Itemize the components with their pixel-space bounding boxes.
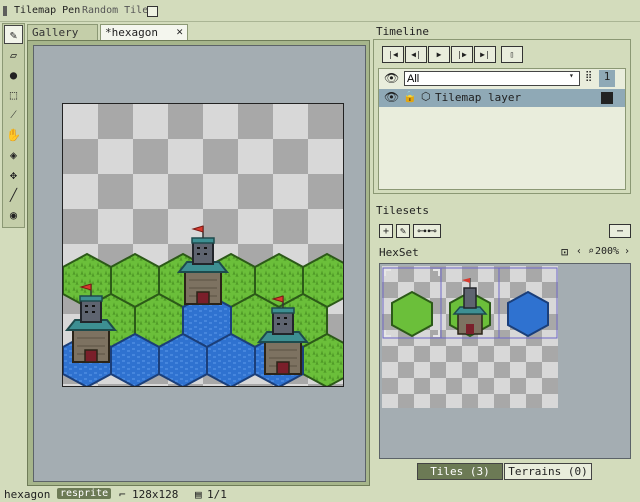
tab-terrains[interactable]: Terrains (0) [504, 463, 592, 480]
layers-list: 👁 ▾ ⣿ 1 👁 🔒 ⬡ Tilemap layer [378, 68, 626, 190]
prev-frame-button[interactable]: ◀| [405, 46, 427, 63]
tileset-view[interactable] [379, 263, 631, 459]
frame-counter: 1/1 [207, 488, 227, 501]
tileset-grid [382, 266, 558, 408]
cel-indicator[interactable] [601, 92, 613, 104]
frame-number[interactable]: 1 [599, 70, 615, 87]
move-icon[interactable]: ✥ [4, 165, 23, 184]
layer-name[interactable]: Tilemap layer [435, 91, 521, 104]
tab-gallery[interactable]: Gallery [27, 24, 98, 40]
play-button[interactable]: ▶ [428, 46, 450, 63]
close-tab-icon[interactable]: ✕ [176, 25, 183, 38]
tab-hexagon-label: *hexagon [105, 26, 158, 39]
layer-visible-eye-icon[interactable]: 👁 [384, 90, 399, 104]
magnifier-icon[interactable]: ‹ ⌕ [576, 246, 594, 257]
tab-hexagon[interactable]: *hexagon ✕ [100, 24, 188, 40]
eraser-icon[interactable]: ▱ [4, 45, 23, 64]
active-tool-label: Tilemap Pen [14, 5, 81, 16]
canvas-size: 128x128 [132, 488, 179, 501]
zoom-level[interactable]: 200% [595, 246, 619, 257]
random-tile-label: Random Tile [82, 5, 149, 16]
edit-tile-button[interactable]: ✎ [396, 224, 410, 238]
tileset-options-button[interactable]: ⋯ [609, 224, 631, 238]
layer-row[interactable]: 👁 🔒 ⬡ Tilemap layer [379, 89, 625, 107]
playback-options-button[interactable]: ▯ [501, 46, 523, 63]
chevron-down-icon[interactable]: ▾ [569, 71, 574, 80]
blur-icon[interactable]: ● [4, 65, 23, 84]
random-tile-checkbox[interactable] [147, 6, 158, 17]
hex-map-artwork [63, 225, 343, 386]
frames-icon: ▤ [195, 488, 202, 501]
tab-tiles[interactable]: Tiles (3) [417, 463, 503, 480]
canvas-size-icon: ⌐ [119, 488, 126, 501]
rect-marquee-icon[interactable]: ⬚ [4, 85, 23, 104]
next-frame-button[interactable]: |▶ [451, 46, 473, 63]
tilesets-panel: Tilesets + ✎ ⊶⊷ ⋯ HexSet ⊡ ‹ ⌕ 200% › Ti… [373, 202, 635, 482]
status-bar: hexagon resprite ⌐ 128x128 ▤ 1/1 [0, 488, 640, 502]
ink-drop-icon[interactable]: ◉ [4, 205, 23, 224]
tab-gallery-label: Gallery [32, 26, 79, 39]
eyedropper-icon[interactable]: ⁄ [4, 105, 23, 124]
zoom-in-icon[interactable]: › [624, 246, 630, 257]
fit-zoom-icon[interactable]: ⊡ [561, 245, 568, 259]
canvas-viewport[interactable] [33, 45, 366, 482]
tilesets-title: Tilesets [376, 204, 429, 217]
timeline-box: |◀ ◀| ▶ |▶ ▶| ▯ 👁 ▾ ⣿ 1 👁 🔒 ⬡ Tilemap la… [373, 39, 631, 194]
tileset-name: HexSet [379, 246, 419, 259]
visibility-eye-icon[interactable]: 👁 [384, 71, 399, 85]
paint-bucket-icon[interactable]: ◈ [4, 145, 23, 164]
timeline-panel: Timeline |◀ ◀| ▶ |▶ ▶| ▯ 👁 ▾ ⣿ 1 👁 🔒 ⬡ T… [373, 22, 631, 196]
lock-icon[interactable]: 🔒 [403, 90, 417, 103]
doc-name: hexagon [4, 488, 51, 501]
tileset-tiles [382, 267, 558, 339]
resprite-badge: resprite [57, 488, 112, 499]
tile-mode-button[interactable]: ⊶⊷ [413, 224, 441, 238]
line-icon[interactable]: ╱ [4, 185, 23, 204]
first-frame-button[interactable]: |◀ [382, 46, 404, 63]
sprite-canvas[interactable] [62, 103, 344, 387]
layer-filter-select[interactable] [404, 71, 580, 86]
last-frame-button[interactable]: ▶| [474, 46, 496, 63]
timeline-title: Timeline [376, 25, 429, 38]
pencil-icon[interactable]: ✎ [4, 25, 23, 44]
grid-icon[interactable]: ⣿ [585, 71, 592, 82]
grip-icon[interactable] [3, 6, 7, 16]
tool-palette: ✎ ▱ ● ⬚ ⁄ ✋ ◈ ✥ ╱ ◉ [2, 23, 25, 228]
editor-area [27, 40, 370, 486]
tilemap-layer-icon: ⬡ [421, 90, 431, 103]
hand-icon[interactable]: ✋ [4, 125, 23, 144]
context-bar: Tilemap Pen Random Tile [0, 0, 640, 22]
add-tile-button[interactable]: + [379, 224, 393, 238]
